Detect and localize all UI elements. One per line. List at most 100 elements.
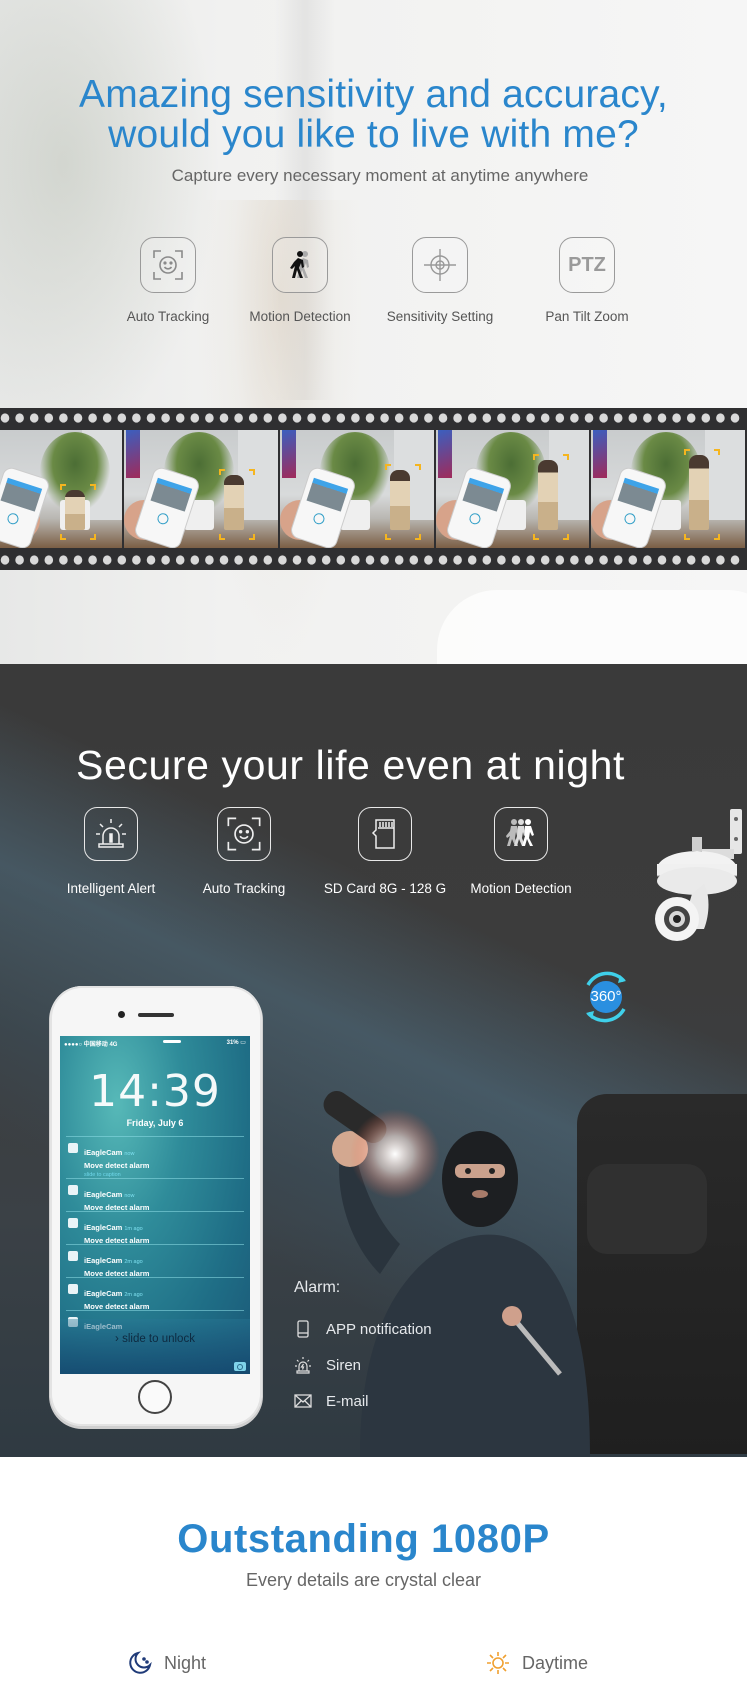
- tracking-corner: [684, 534, 691, 540]
- notification-app: iEagleCam: [84, 1256, 123, 1265]
- sensitivity-title: Amazing sensitivity and accuracy, would …: [0, 75, 747, 155]
- film-perforation: [628, 555, 638, 565]
- notification-item[interactable]: iEagleCam 1m ago Move detect alarm: [66, 1211, 244, 1245]
- feature-sensitivity-setting: Sensitivity Setting: [370, 237, 510, 324]
- feature-label: Motion Detection: [470, 881, 572, 896]
- film-perforation: [161, 555, 170, 565]
- feature-label: Sensitivity Setting: [386, 309, 494, 324]
- film-perforation: [409, 555, 419, 565]
- film-perforation: [88, 555, 97, 565]
- tracking-corner: [562, 454, 569, 460]
- film-strip: [0, 408, 747, 570]
- film-perforation: [190, 555, 200, 565]
- film-perforation: [15, 413, 24, 423]
- resolution-subtitle: Every details are crystal clear: [245, 1570, 482, 1590]
- film-perforation: [394, 413, 404, 423]
- app-icon: [68, 1251, 78, 1261]
- film-frame: [279, 430, 434, 548]
- carrier-text: ●●●●○ 中国移动 4G: [64, 1042, 118, 1048]
- night-feature-motion-detection: Motion Detection: [446, 807, 596, 896]
- film-perforation: [29, 555, 39, 565]
- rotation-360-badge: 360°: [576, 967, 636, 1027]
- film-perforation: [175, 413, 185, 423]
- app-icon: [68, 1185, 78, 1195]
- film-perforation: [526, 413, 535, 423]
- child-figure: [65, 490, 85, 530]
- film-perforation: [555, 413, 565, 423]
- face-tracking-icon: [140, 237, 196, 293]
- film-perforation: [263, 555, 273, 565]
- camera-icon[interactable]: [234, 1362, 246, 1371]
- film-perforation: [88, 413, 97, 423]
- mode-daytime[interactable]: Daytime: [486, 1651, 588, 1675]
- film-perforation: [570, 555, 579, 565]
- film-perforation: [190, 413, 200, 423]
- film-perforation: [716, 413, 725, 423]
- siren-icon: [294, 1356, 312, 1374]
- film-perforation: [234, 413, 243, 423]
- film-perforation: [672, 555, 681, 565]
- child-figure: [537, 460, 558, 530]
- film-perforation: [219, 413, 229, 423]
- film-perforation: [613, 555, 623, 565]
- notification-item[interactable]: iEagleCam now Move detect alarm: [66, 1178, 244, 1212]
- film-perforation: [613, 413, 623, 423]
- film-perforation: [467, 413, 477, 423]
- sd-card-icon: [358, 807, 412, 861]
- film-perforation: [59, 555, 68, 565]
- feature-label: Pan Tilt Zoom: [545, 309, 629, 324]
- alarm-heading: Alarm:: [294, 1279, 341, 1296]
- notification-app: iEagleCam: [84, 1190, 123, 1199]
- film-perforation: [117, 555, 127, 565]
- sensitivity-subtitle: Capture every necessary moment at anytim…: [171, 166, 589, 185]
- film-perforation: [146, 555, 156, 565]
- app-icon: [68, 1218, 78, 1228]
- resolution-section: Outstanding 1080P Every details are crys…: [0, 1457, 747, 1697]
- film-perforation: [394, 555, 404, 565]
- notification-time: 2m ago: [124, 1259, 143, 1265]
- wall: [705, 430, 745, 520]
- film-perforation: [59, 413, 68, 423]
- phone-icon: [294, 1320, 312, 1338]
- film-perforation: [686, 413, 696, 423]
- phone-screen: ●●●●○ 中国移动 4G 31% ▭ 14:39 Friday, July 6…: [60, 1036, 250, 1374]
- film-perforation: [278, 555, 287, 565]
- film-perforation: [351, 555, 360, 565]
- battery-status: 31% ▭: [226, 1040, 246, 1046]
- film-frame: [591, 430, 745, 548]
- notification-app: iEagleCam: [84, 1223, 123, 1232]
- film-perforation: [584, 555, 594, 565]
- notification-item[interactable]: iEagleCam 2m ago Move detect alarm: [66, 1277, 244, 1311]
- child-figure: [389, 470, 410, 530]
- unlock-area[interactable]: › slide to unlock: [60, 1319, 250, 1374]
- film-perforation: [409, 413, 419, 423]
- film-perforation: [365, 413, 375, 423]
- tracking-corner: [414, 464, 421, 470]
- notification-list: iEagleCam now Move detect alarm slide to …: [66, 1136, 244, 1343]
- lockscreen-date: Friday, July 6: [126, 1118, 184, 1128]
- film-perforation: [292, 413, 302, 423]
- night-feature-sd-card: SD Card 8G - 128 G: [310, 807, 460, 896]
- phone-home-button[interactable]: [138, 1380, 172, 1414]
- battery-percent: 31%: [226, 1040, 239, 1046]
- phone-lockscreen-mockup: ●●●●○ 中国移动 4G 31% ▭ 14:39 Friday, July 6…: [50, 986, 262, 1426]
- notification-item[interactable]: iEagleCam now Move detect alarm slide to …: [66, 1136, 244, 1178]
- mode-night[interactable]: Night: [128, 1651, 206, 1675]
- title-line-2: would you like to live with me?: [108, 113, 639, 156]
- mode-label: Night: [164, 1652, 207, 1673]
- phone-front-camera: [118, 1011, 125, 1018]
- film-perforation: [278, 413, 287, 423]
- notification-time: 2m ago: [124, 1292, 143, 1298]
- slide-to-unlock[interactable]: › slide to unlock: [60, 1333, 250, 1345]
- face-tracking-icon: [217, 807, 271, 861]
- phone-in-hand: [0, 466, 50, 548]
- alarm-item-email: E-mail: [294, 1383, 432, 1419]
- feature-label: Auto Tracking: [126, 309, 210, 324]
- notification-message: Move detect alarm: [84, 1161, 150, 1170]
- film-perforation: [307, 555, 316, 565]
- film-perforation: [599, 555, 608, 565]
- notification-item[interactable]: iEagleCam 2m ago Move detect alarm: [66, 1244, 244, 1278]
- film-perforation: [730, 413, 740, 423]
- film-perforation: [657, 555, 667, 565]
- title-line-1: Amazing sensitivity and accuracy,: [79, 73, 668, 116]
